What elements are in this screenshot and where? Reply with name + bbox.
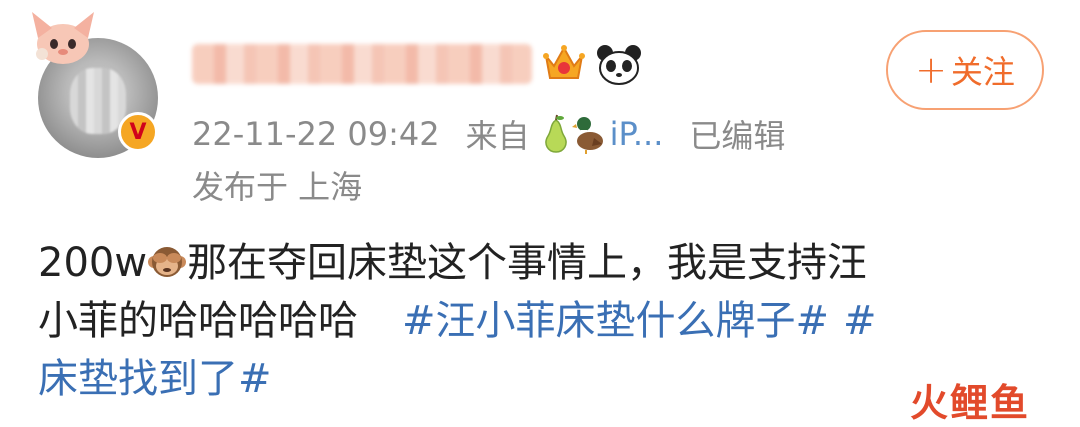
crown-icon — [543, 45, 585, 79]
body-text-prefix: 200w — [38, 240, 148, 286]
body-text-line1: 那在夺回床垫这个事情上，我是支持汪 — [187, 240, 868, 286]
duck-icon — [571, 117, 603, 154]
hashtag-link[interactable]: #汪小菲床垫什么牌子# — [402, 298, 829, 344]
follow-button[interactable]: + 关注 — [886, 30, 1044, 110]
fox-headband-icon — [32, 12, 94, 64]
source-device-link[interactable]: iP... — [610, 115, 664, 153]
watermark-logo: 火鲤鱼 — [910, 372, 1030, 425]
body-line-1: 200w 那在夺回床垫这个事情上，我是支持汪 — [38, 234, 1038, 292]
body-text-line2: 小菲的哈哈哈哈哈 — [38, 298, 358, 344]
post-meta: 22-11-22 09:42 来自 iP... 已编辑 — [192, 112, 785, 156]
hashtag-link[interactable]: # — [843, 298, 877, 344]
follow-label: 关注 — [950, 53, 1015, 91]
avatar-blurred-face — [70, 68, 126, 134]
plus-icon: + — [915, 48, 947, 92]
pear-icon — [544, 114, 567, 153]
panda-icon — [597, 45, 641, 85]
monkey-see-no-evil-icon — [148, 247, 187, 277]
post-timestamp: 22-11-22 09:42 — [192, 115, 440, 153]
username-blurred[interactable] — [192, 44, 532, 84]
body-line-2: 小菲的哈哈哈哈哈 #汪小菲床垫什么牌子# # — [38, 292, 1038, 350]
body-line-3: 床垫找到了# — [38, 350, 1038, 408]
source-prefix: 来自 — [465, 117, 530, 155]
post-body: 200w 那在夺回床垫这个事情上，我是支持汪 小菲的哈哈哈哈哈 #汪小菲床垫什么牌… — [38, 234, 1038, 408]
hashtag-link[interactable]: 床垫找到了# — [38, 356, 272, 402]
edited-label[interactable]: 已编辑 — [689, 111, 785, 157]
post-location: 发布于 上海 — [192, 168, 363, 206]
verified-badge-icon: V — [118, 112, 158, 152]
